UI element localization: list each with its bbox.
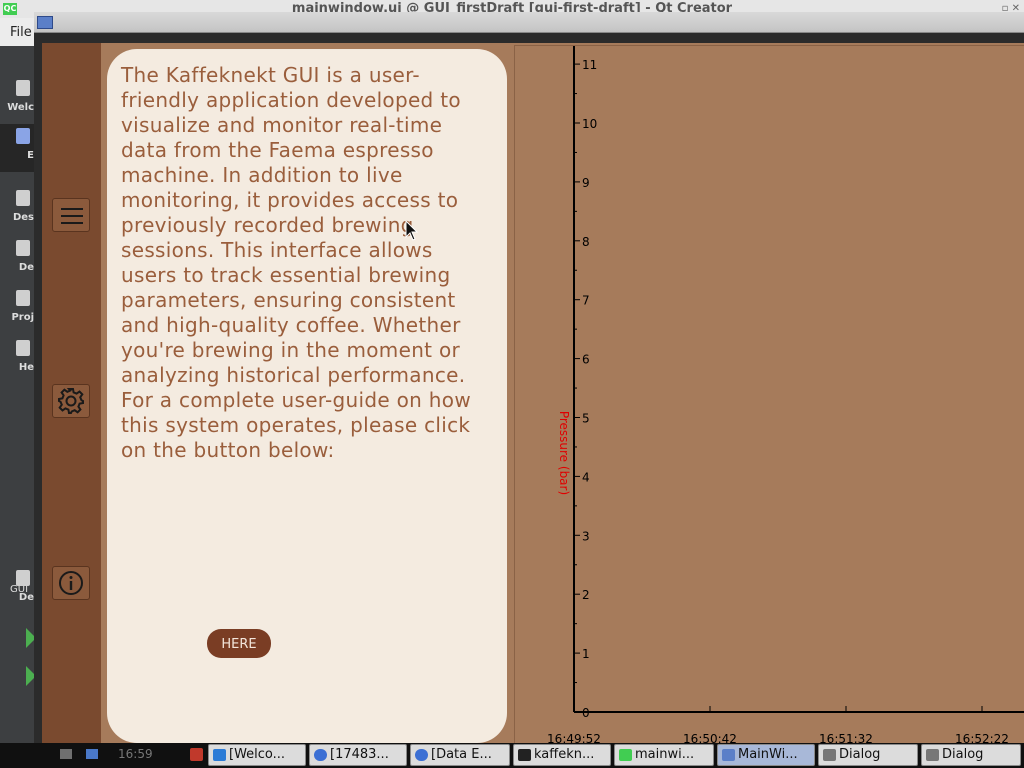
dialog-icon bbox=[823, 749, 836, 761]
user-guide-button[interactable]: HERE bbox=[207, 629, 271, 658]
task-browser-1[interactable]: [17483... bbox=[309, 744, 407, 766]
gear-icon bbox=[58, 388, 84, 414]
mode-projects[interactable]: Proj bbox=[0, 286, 34, 334]
taskbar: 16:59 [Welco... [17483... [Data E... kaf… bbox=[0, 743, 1024, 768]
task-dialog-2[interactable]: Dialog bbox=[921, 744, 1021, 766]
file-manager-icon[interactable] bbox=[86, 749, 98, 759]
pressure-chart-area[interactable] bbox=[514, 45, 1024, 744]
task-dialog-1[interactable]: Dialog bbox=[818, 744, 918, 766]
window-icon bbox=[722, 749, 735, 761]
mode-design[interactable]: Des bbox=[0, 186, 34, 234]
mode-welcome[interactable]: Welc bbox=[0, 76, 34, 124]
mode-edit[interactable]: E bbox=[0, 124, 34, 172]
welcome-icon bbox=[16, 80, 30, 96]
info-description: The Kaffeknekt GUI is a user-friendly ap… bbox=[121, 63, 471, 462]
kit-selector[interactable]: De bbox=[0, 566, 34, 614]
vscode-icon bbox=[213, 749, 226, 761]
menu-button[interactable] bbox=[52, 198, 90, 232]
qt-icon bbox=[619, 749, 632, 761]
file-menu[interactable]: File bbox=[10, 25, 32, 40]
show-desktop-icon[interactable] bbox=[60, 749, 72, 759]
mouse-cursor-icon bbox=[405, 220, 419, 241]
debug-icon bbox=[16, 240, 30, 256]
task-mainwindow[interactable]: MainWi... bbox=[717, 744, 815, 766]
design-icon bbox=[16, 190, 30, 206]
task-qtcreator[interactable]: mainwi... bbox=[614, 744, 714, 766]
qt-logo-icon: QC bbox=[3, 3, 17, 15]
help-icon bbox=[16, 340, 30, 356]
kaffeknekt-app: The Kaffeknekt GUI is a user-friendly ap… bbox=[42, 43, 1024, 744]
qtcreator-menubar: File bbox=[0, 18, 34, 46]
settings-button[interactable] bbox=[52, 384, 90, 418]
info-icon bbox=[59, 571, 83, 595]
terminal-icon bbox=[518, 749, 531, 761]
notification-icon[interactable] bbox=[190, 748, 203, 761]
monitor-icon bbox=[16, 570, 30, 586]
edit-icon bbox=[16, 128, 30, 144]
info-button[interactable] bbox=[52, 566, 90, 600]
dialog-icon bbox=[926, 749, 939, 761]
clock[interactable]: 16:59 bbox=[118, 747, 153, 761]
task-vscode[interactable]: [Welco... bbox=[208, 744, 306, 766]
task-terminal[interactable]: kaffekn... bbox=[513, 744, 611, 766]
info-panel: The Kaffeknekt GUI is a user-friendly ap… bbox=[107, 49, 507, 743]
mode-help[interactable]: He bbox=[0, 336, 34, 384]
window-icon bbox=[37, 16, 53, 29]
qtcreator-mode-bar: Welc E Des De Proj He GUI De bbox=[0, 46, 36, 743]
projects-icon bbox=[16, 290, 30, 306]
sidebar bbox=[42, 43, 101, 743]
browser-icon bbox=[415, 749, 428, 761]
browser-icon bbox=[314, 749, 327, 761]
mode-debug[interactable]: De bbox=[0, 236, 34, 284]
y-axis-label: Pressure (bar) bbox=[557, 410, 571, 496]
task-browser-2[interactable]: [Data E... bbox=[410, 744, 510, 766]
mainwindow-title-bar[interactable] bbox=[34, 12, 1024, 33]
